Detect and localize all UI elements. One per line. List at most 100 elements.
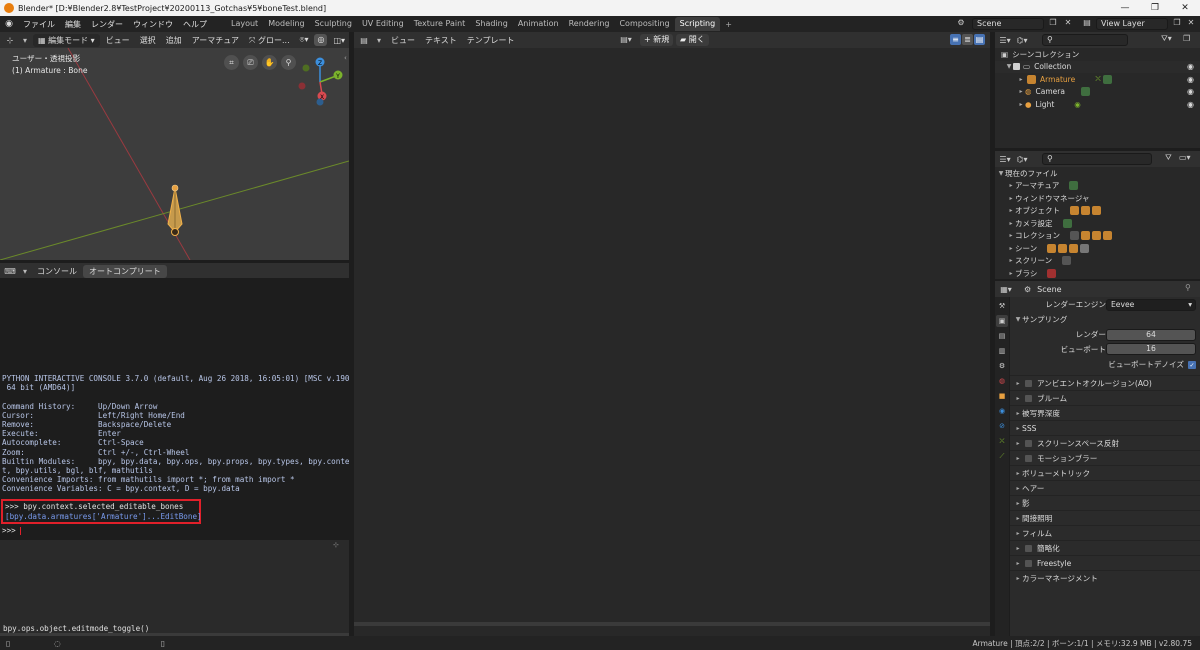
text-browse-icon[interactable]: ▤▾ [619,35,633,44]
panel-header[interactable]: ▸ モーションブラー [1010,450,1200,465]
panel-enable-checkbox[interactable] [1025,544,1032,552]
panel-header[interactable]: ▸ カラーマネージメント [1010,570,1200,585]
armature-bone[interactable] [167,184,183,236]
render-samples-field[interactable]: 64 [1106,329,1196,341]
chevron-down-icon[interactable]: ▾ [373,36,385,45]
minimize-button[interactable]: — [1110,0,1140,16]
tool-tab-icon[interactable]: ⚒ [996,300,1008,312]
view-layer-icon[interactable]: ▤ [1080,18,1094,27]
properties-editor-icon[interactable]: ▦▾ [998,285,1014,294]
current-file-row[interactable]: ▼ 現在のファイル [995,167,1200,180]
menu-text[interactable]: テキスト [421,35,461,46]
menu-edit[interactable]: 編集 [60,19,86,30]
filter-icon[interactable]: ⛛▾ [1161,34,1172,44]
tab-modeling[interactable]: Modeling [263,17,309,31]
display-mode-icon[interactable]: ⌬▾ [1014,36,1030,45]
menu-view[interactable]: ビュー [102,35,134,46]
panel-header[interactable]: ▸ 簡略化 [1010,540,1200,555]
menu-console[interactable]: コンソール [33,266,81,277]
sampling-panel-header[interactable]: ▼ サンプリング [1010,312,1200,327]
chevron-down-icon[interactable]: ▾ [19,36,31,45]
line-numbers-icon[interactable]: ≡ [950,34,961,45]
filter-icon[interactable]: ⛛ [1165,153,1172,163]
render-engine-dropdown[interactable]: Eevee ▾ [1106,299,1196,311]
tab-scripting[interactable]: Scripting [674,17,721,31]
console-prompt[interactable]: >>> [0,526,349,535]
outliner-root-row[interactable]: ▣ シーンコレクション [995,48,1200,61]
info-log[interactable]: ⊹ bpy.ops.object.editmode_toggle() [0,540,349,636]
scene-tab-icon[interactable]: ⚙ [996,360,1008,372]
text-scrollbar[interactable] [354,622,990,626]
eye-icon[interactable]: ◉ [1187,87,1194,96]
tab-uv-editing[interactable]: UV Editing [357,17,409,31]
syntax-highlight-icon[interactable]: ▤ [974,34,985,45]
render-tab-icon[interactable]: ▣ [996,315,1008,327]
outliner-armature-row[interactable]: ▸ Armature ⛌ ◉ [995,73,1200,86]
pin-icon[interactable]: ⚲ [1185,283,1191,292]
blender-menu-icon[interactable]: ◉ [0,19,18,29]
new-collection-icon[interactable]: ❐ [1183,34,1190,43]
scene-selector-icon[interactable]: ⚙ [954,18,968,27]
light-data-icon[interactable]: ◉ [1074,100,1081,109]
word-wrap-icon[interactable]: ≣ [962,34,973,45]
new-view-layer-icon[interactable]: ❐ [1171,18,1183,27]
new-text-button[interactable]: + 新規 [640,34,674,46]
data-row-cameras[interactable]: ▸ カメラ設定 [995,217,1200,230]
camera-data-icon[interactable] [1080,87,1090,97]
data-row-objects[interactable]: ▸ オブジェクト [995,205,1200,218]
overlay-icon[interactable]: ◫▾ [329,36,349,45]
outliner-editor-icon[interactable]: ☰▾ [998,36,1012,45]
expand-right-icon[interactable]: ▸ [1007,182,1015,189]
editor-type-icon[interactable]: ⊹ [3,36,17,45]
data-row-scenes[interactable]: ▸ シーン [995,242,1200,255]
panel-enable-checkbox[interactable] [1025,394,1032,402]
delete-view-layer-icon[interactable]: ✕ [1185,18,1197,27]
new-scene-icon[interactable]: ❐ [1047,18,1059,27]
eye-icon[interactable]: ◉ [1187,62,1194,71]
tab-compositing[interactable]: Compositing [614,17,674,31]
proportional-edit-icon[interactable]: ◎ [314,34,328,46]
navigation-gizmo[interactable]: Z Y X [294,54,346,106]
view-layer-field[interactable]: View Layer [1096,18,1168,30]
tab-layout[interactable]: Layout [226,17,263,31]
viewport-samples-field[interactable]: 16 [1106,343,1196,355]
sidebar-toggle-icon[interactable]: ‹ [344,54,347,62]
expand-down-icon[interactable]: ▼ [997,170,1005,177]
data-row-collections[interactable]: ▸ コレクション [995,230,1200,243]
panel-header[interactable]: ▸ スクリーンスペース反射 [1010,435,1200,450]
outliner-search-input[interactable]: ⚲ [1042,34,1128,46]
panel-enable-checkbox[interactable] [1025,379,1032,387]
world-tab-icon[interactable]: ◍ [996,375,1008,387]
tab-texture-paint[interactable]: Texture Paint [409,17,471,31]
expand-right-icon[interactable]: ▸ [1007,232,1015,239]
panel-header[interactable]: ▸ 影 [1010,495,1200,510]
text-editor-icon[interactable]: ▤ [357,36,371,45]
data-browser-tree[interactable]: ▼ 現在のファイル ▸ アーマチュア ▸ ウィンドウマネージャ ▸ オブジェクト… [995,167,1200,279]
armature-data-icon[interactable]: ⛌ [1095,74,1101,84]
outliner-editor-icon[interactable]: ☰▾ [998,155,1012,164]
console-editor-icon[interactable]: ⌨ [3,267,17,276]
menu-add[interactable]: 追加 [162,35,186,46]
outliner-tree[interactable]: ▣ シーンコレクション ▼ ▭ Collection ◉ ▸ Armature … [995,48,1200,148]
panel-header[interactable]: ▸ Freestyle [1010,555,1200,570]
transform-orientation-dropdown[interactable]: ⤧ グロー... [245,35,294,46]
expand-right-icon[interactable]: ▸ [1017,88,1025,95]
camera-view-icon[interactable]: ⎚ [243,55,258,70]
area-corner-icon[interactable]: ⊹ [333,541,339,549]
chevron-down-icon[interactable]: ▾ [19,267,31,276]
menu-templates[interactable]: テンプレート [463,35,519,46]
modifier-tab-icon[interactable]: ◉ [996,405,1008,417]
delete-scene-icon[interactable]: ✕ [1062,18,1074,27]
tab-rendering[interactable]: Rendering [564,17,615,31]
panel-header[interactable]: ▸ ヘアー [1010,480,1200,495]
tab-sculpting[interactable]: Sculpting [310,17,357,31]
panel-header[interactable]: ▸ ブルーム [1010,390,1200,405]
outliner-camera-row[interactable]: ▸ ◍ Camera ◉ [995,86,1200,99]
menu-window[interactable]: ウィンドウ [128,19,178,30]
python-console[interactable]: PYTHON INTERACTIVE CONSOLE 3.7.0 (defaul… [0,278,349,536]
panel-enable-checkbox[interactable] [1025,559,1032,567]
menu-armature[interactable]: アーマチュア [188,35,243,46]
tab-animation[interactable]: Animation [513,17,564,31]
data-row-brushes[interactable]: ▸ ブラシ [995,267,1200,279]
tab-shading[interactable]: Shading [470,17,513,31]
